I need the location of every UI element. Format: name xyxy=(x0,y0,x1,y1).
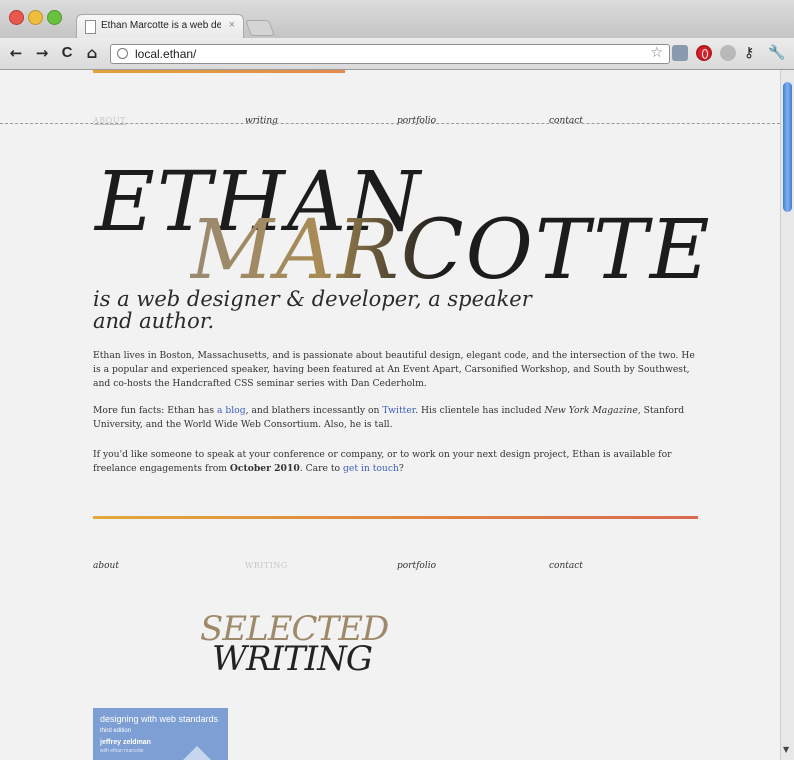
nav2-writing[interactable]: WRITING xyxy=(245,561,288,570)
extension-puzzle-icon[interactable] xyxy=(672,45,688,61)
tagline: is a web designer & developer, a speaker… xyxy=(93,287,532,333)
scrollbar-thumb[interactable] xyxy=(783,82,792,212)
url-text: local.ethan/ xyxy=(135,47,197,61)
close-window-button[interactable] xyxy=(9,10,24,25)
get-in-touch-link[interactable]: get in touch xyxy=(343,463,399,474)
page-icon xyxy=(85,20,96,34)
forward-button[interactable]: → xyxy=(34,44,50,62)
book-cover[interactable]: designing with web standards third editi… xyxy=(93,708,228,760)
tab-close-icon[interactable]: × xyxy=(229,19,235,31)
minimize-window-button[interactable] xyxy=(28,10,43,25)
section-divider xyxy=(93,516,698,519)
extension-circle-icon[interactable] xyxy=(720,45,736,61)
tab-title: Ethan Marcotte is a web desi xyxy=(101,20,221,31)
globe-icon xyxy=(117,48,128,59)
reload-button[interactable]: C xyxy=(60,44,74,62)
book-edition: third edition xyxy=(100,728,132,734)
back-button[interactable]: ← xyxy=(8,44,24,62)
nav2-about[interactable]: about xyxy=(93,561,119,571)
availability-date: October 2010 xyxy=(229,463,300,474)
bookmark-star-icon[interactable]: ☆ xyxy=(650,45,663,61)
nav-portfolio[interactable]: portfolio xyxy=(397,116,436,126)
wrench-menu-icon[interactable]: 🔧 xyxy=(768,45,785,61)
nym-text: New York Magazine xyxy=(544,405,638,416)
vertical-scrollbar[interactable]: ▼ xyxy=(780,70,794,760)
book-title-text: designing with web standards xyxy=(100,714,219,724)
p2-text-1: More fun facts: Ethan has xyxy=(93,405,217,416)
p3-text-2: . Care to xyxy=(299,463,343,474)
hero-last-name: MARCOTTE xyxy=(190,203,712,298)
book-subtitle: with ethan marcotte xyxy=(100,748,144,754)
extension-opera-icon[interactable] xyxy=(696,45,712,61)
about-paragraph-2: More fun facts: Ethan has a blog, and bl… xyxy=(93,404,703,432)
scroll-down-arrow-icon[interactable]: ▼ xyxy=(783,745,789,754)
section-title-line-2: WRITING xyxy=(212,639,373,679)
address-bar[interactable]: local.ethan/ ☆ xyxy=(110,44,670,64)
page-viewport: ABOUT writing portfolio contact ETHAN MA… xyxy=(0,70,780,760)
key-icon[interactable]: ⚷ xyxy=(744,45,760,61)
new-tab-button[interactable] xyxy=(245,20,275,36)
nav-contact[interactable]: contact xyxy=(549,116,583,126)
about-paragraph-1: Ethan lives in Boston, Massachusetts, an… xyxy=(93,350,695,389)
top-accent-bar xyxy=(93,70,345,73)
home-button[interactable]: ⌂ xyxy=(84,44,100,62)
top-navigation: ABOUT writing portfolio contact xyxy=(93,116,698,132)
browser-toolbar: ← → C ⌂ local.ethan/ ☆ ⚷ 🔧 xyxy=(0,38,794,70)
zoom-window-button[interactable] xyxy=(47,10,62,25)
nav2-portfolio[interactable]: portfolio xyxy=(397,561,436,571)
selected-writing-title: SELECTED WRITING xyxy=(200,612,389,679)
p2-text-3: . His clientele has included xyxy=(415,405,545,416)
book-author: jeffrey zeldman xyxy=(100,739,151,746)
nav2-contact[interactable]: contact xyxy=(549,561,583,571)
second-navigation: about WRITING portfolio contact xyxy=(93,561,698,577)
p3-text-3: ? xyxy=(398,463,404,474)
house-shape-icon xyxy=(183,746,211,760)
dashed-guide-line xyxy=(0,123,780,124)
p2-text-2: , and blathers incessantly on xyxy=(245,405,383,416)
nav-writing[interactable]: writing xyxy=(245,116,278,126)
twitter-link[interactable]: Twitter xyxy=(382,405,415,416)
blog-link[interactable]: a blog xyxy=(217,405,246,416)
about-paragraph-3: If you'd like someone to speak at your c… xyxy=(93,448,703,476)
book-title: designing with web standards third editi… xyxy=(100,714,220,736)
browser-tab[interactable]: Ethan Marcotte is a web desi × xyxy=(76,14,244,38)
window-titlebar: Ethan Marcotte is a web desi × xyxy=(0,0,794,38)
